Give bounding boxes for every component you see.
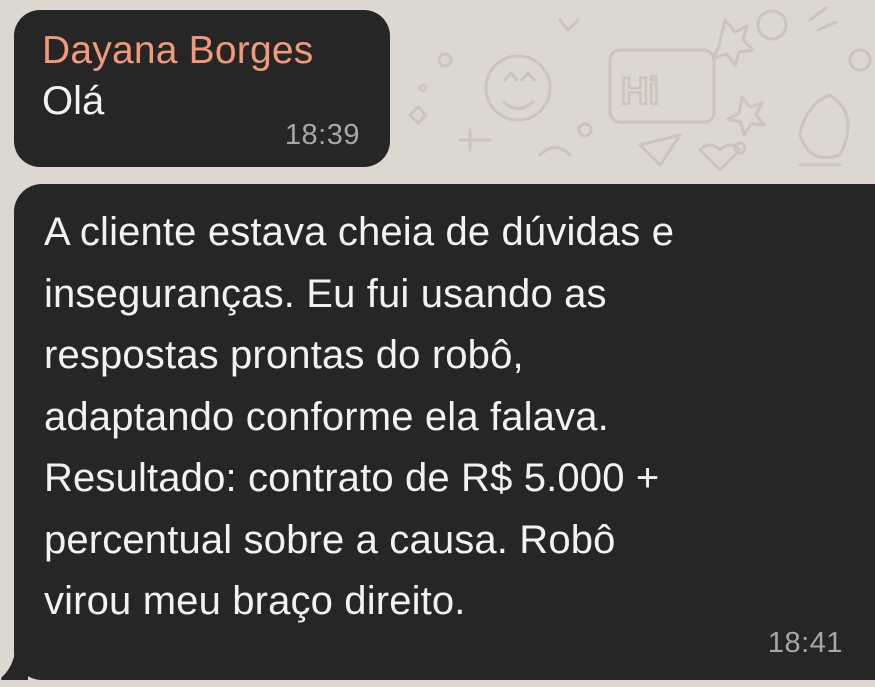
message-bubble-received[interactable]: A cliente estava cheia de dúvidas e inse… bbox=[14, 184, 875, 680]
smiley-doodle-icon bbox=[484, 54, 552, 122]
hi-doodle-text: Hi bbox=[621, 71, 659, 113]
diamond-doodle-icon bbox=[408, 105, 428, 125]
message-timestamp: 18:41 bbox=[767, 627, 843, 659]
sender-name: Dayana Borges bbox=[42, 29, 314, 72]
message-bubble-received[interactable]: Dayana Borges Olá 18:39 bbox=[14, 10, 390, 167]
triangle-doodle-icon bbox=[638, 133, 682, 167]
sparkle-doodle-icon bbox=[726, 95, 766, 137]
message-timestamp: 18:39 bbox=[284, 119, 360, 151]
leaf-doodle-icon bbox=[798, 93, 850, 159]
message-text: A cliente estava cheia de dúvidas e inse… bbox=[44, 210, 675, 623]
star-doodle-icon bbox=[711, 18, 755, 68]
zigzag-doodle-icon bbox=[558, 18, 580, 32]
face-doodle-icon bbox=[756, 9, 788, 41]
